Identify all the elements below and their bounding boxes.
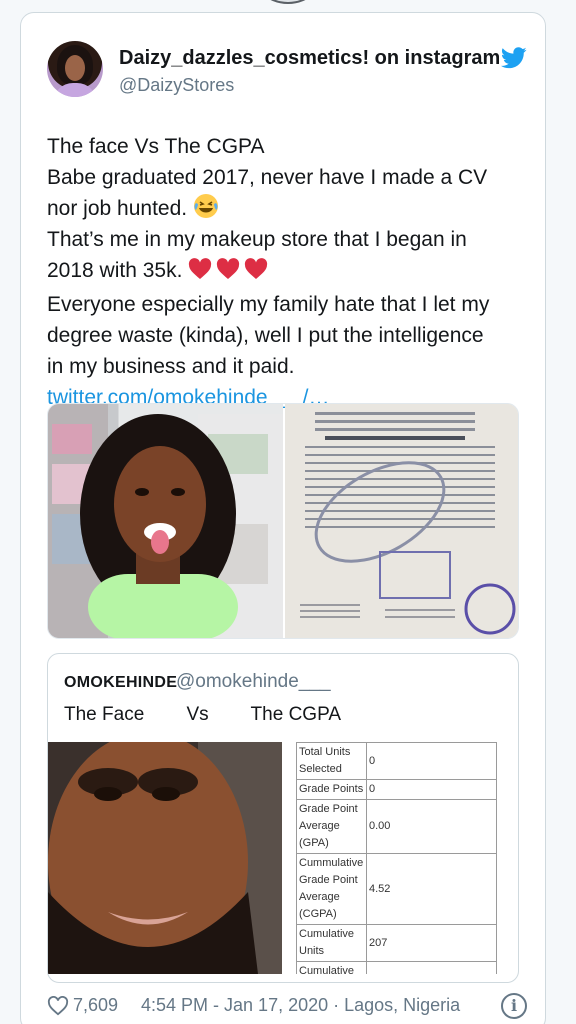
grade-label: Grade Point Average (GPA) [296,799,367,854]
tweet-card: Daizy_dazzles_cosmetics! on instagram @D… [20,12,546,1024]
grade-row: Cumulative Units 207 [296,924,497,962]
author-handle[interactable]: @DaizyStores [119,75,234,96]
tweet-line: Babe graduated 2017, never have I made a… [47,166,488,189]
grade-row: Cumulative Points936 [296,961,497,974]
hearts-group [188,258,272,289]
transcript-illustration [285,404,518,638]
author-display-name[interactable]: Daizy_dazzles_cosmetics! on instagram [119,47,499,70]
grade-label: Cumulative Units [296,924,367,962]
grade-value: 4.52 [366,853,497,925]
tweet-line: in my business and it paid. [47,355,295,378]
red-heart-emoji [217,258,240,279]
tweet-header: Daizy_dazzles_cosmetics! on instagram @D… [47,41,527,101]
tweet-media[interactable] [47,403,519,639]
quoted-tweet[interactable]: OMOKEHINDE @omokehinde___ The Face Vs Th… [47,653,519,983]
grade-row: Total Units Selected 0 [296,742,497,780]
heart-outline-icon[interactable] [47,996,69,1016]
twitter-bird-icon[interactable] [501,47,527,69]
quoted-author-handle: @omokehinde___ [176,671,331,692]
grade-value: 0 [366,779,497,800]
tweet-line: nor job hunted. [47,193,517,224]
quoted-tweet-text: The Face Vs The CGPA [64,704,342,725]
grade-label: Cumulative Points [296,961,367,974]
info-icon[interactable]: i [501,993,527,1019]
grade-row: Cummulative Grade Point Average (CGPA) 4.… [296,853,497,925]
grade-value: 936 [366,961,497,974]
tweet-line: That’s me in my makeup store that I bega… [47,228,467,251]
profile-photo-top-edge [248,0,328,4]
grade-value: 207 [366,924,497,962]
quoted-selfie-photo[interactable] [48,742,282,974]
laughing-emoji [193,194,218,218]
tweet-line: 2018 with 35k. [47,255,517,289]
selfie-photo[interactable] [48,404,283,638]
tweet-body: The face Vs The CGPA Babe graduated 2017… [47,131,517,413]
author-avatar[interactable] [47,41,103,97]
tweet-line-text: nor job hunted. [47,197,193,220]
grade-value: 0 [366,742,497,780]
transcript-photo[interactable] [285,404,518,638]
grade-table-screenshot[interactable]: Total Units Selected 0 Grade Points 0 Grad… [296,742,510,974]
tweet-line-text: 2018 with 35k. [47,259,189,282]
tweet-line: degree waste (kinda), well I put the int… [47,324,484,347]
quoted-author-name: OMOKEHINDE [64,674,178,691]
tweet-footer: 7,609 4:54 PM - Jan 17, 2020 · Lagos, Ni… [47,993,527,1024]
tweet-line: Everyone especially my family hate that … [47,293,490,316]
grade-table: Total Units Selected 0 Grade Points 0 Grad… [296,742,497,974]
red-heart-emoji [245,258,268,279]
tweet-timestamp-location[interactable]: 4:54 PM - Jan 17, 2020 · Lagos, Nigeria [141,995,460,1016]
grade-label: Total Units Selected [296,742,367,780]
grade-row: Grade Points 0 [296,779,497,800]
grade-label: Cummulative Grade Point Average (CGPA) [296,853,367,925]
red-heart-emoji [189,258,212,279]
quoted-selfie-illustration [48,742,282,974]
grade-value: 0.00 [366,799,497,854]
selfie-illustration [48,404,283,638]
grade-row: Grade Point Average (GPA) 0.00 [296,799,497,854]
grade-label: Grade Points [296,779,367,800]
like-count[interactable]: 7,609 [73,995,118,1016]
tweet-line: The face Vs The CGPA [47,135,265,158]
